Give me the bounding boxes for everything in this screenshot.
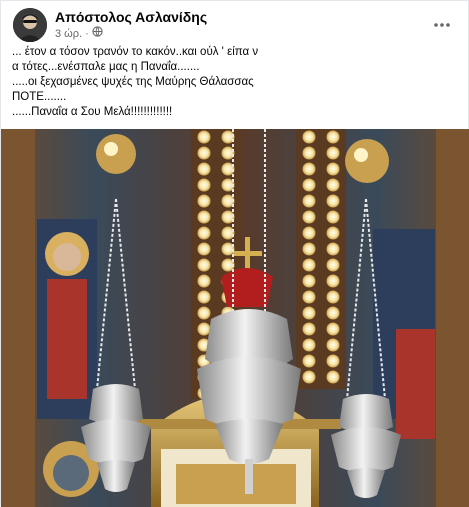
- separator-dot: ·: [85, 27, 89, 40]
- facebook-post: Απόστολος Ασλανίδης 3 ώρ. · ... έτον α τ…: [0, 0, 469, 507]
- globe-icon: [92, 26, 103, 41]
- post-header: Απόστολος Ασλανίδης 3 ώρ. ·: [13, 7, 207, 43]
- post-text-line: .....οι ξεχασμένες ψυχές της Μαύρης Θάλα…: [12, 76, 254, 88]
- avatar[interactable]: [13, 8, 47, 42]
- post-subline: 3 ώρ. ·: [55, 26, 207, 41]
- post-text-line: α τότες...ενέσπαλε μας η Παναΐα.......: [12, 61, 200, 73]
- post-text-line: ΠΟΤΕ.......: [12, 91, 67, 103]
- author-name[interactable]: Απόστολος Ασλανίδης: [55, 9, 207, 26]
- church-lamps-photo[interactable]: [1, 129, 469, 507]
- more-options-icon: [434, 14, 450, 32]
- post-time[interactable]: 3 ώρ.: [55, 27, 82, 41]
- post-meta: Απόστολος Ασλανίδης 3 ώρ. ·: [55, 9, 207, 41]
- post-text-line: ... έτον α τόσον τρανόν το κακόν..και ού…: [12, 46, 259, 58]
- post-text-line: ......Παναΐα α Σου Μελά!!!!!!!!!!!!!: [12, 106, 173, 118]
- post-text: ... έτον α τόσον τρανόν το κακόν..και ού…: [12, 45, 460, 120]
- more-options-button[interactable]: [430, 11, 454, 35]
